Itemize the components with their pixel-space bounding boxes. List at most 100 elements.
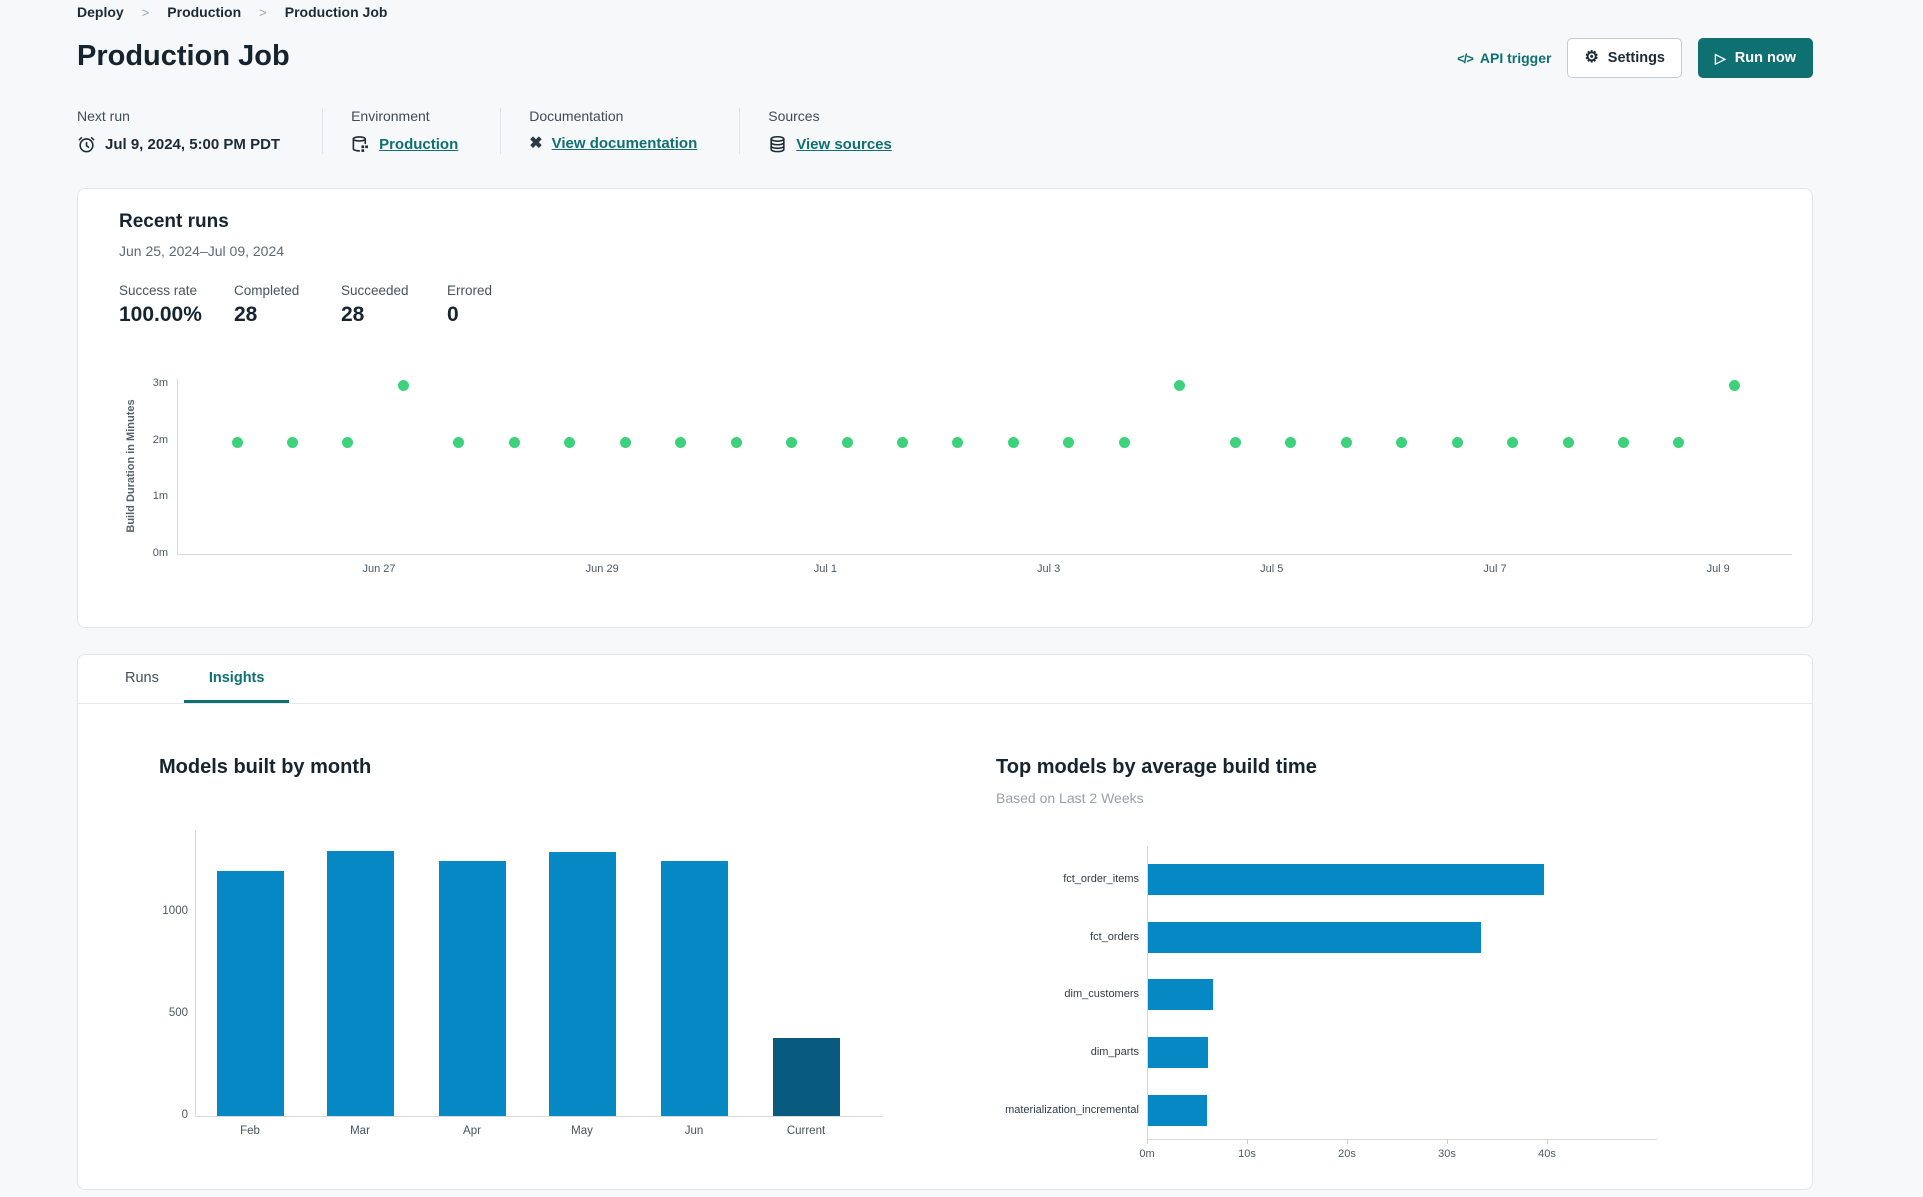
x-tick-label: Jul 9 bbox=[1706, 563, 1730, 575]
bar bbox=[326, 850, 394, 1116]
x-tick-label: Jun 29 bbox=[585, 563, 619, 575]
bar bbox=[660, 861, 728, 1116]
view-documentation-link[interactable]: View documentation bbox=[552, 135, 698, 152]
run-scatter-point[interactable] bbox=[397, 380, 409, 392]
run-stats: Success rate 100.00% Completed 28 Succee… bbox=[119, 283, 537, 327]
tab-runs[interactable]: Runs bbox=[100, 655, 184, 703]
run-scatter-point[interactable] bbox=[564, 436, 576, 448]
clock-icon bbox=[78, 136, 95, 153]
breadcrumb-deploy[interactable]: Deploy bbox=[77, 4, 124, 20]
y-axis-line bbox=[177, 379, 178, 554]
x-tick-label: Jun bbox=[684, 1125, 704, 1137]
run-scatter-point[interactable] bbox=[897, 436, 909, 448]
x-tick-mark bbox=[1247, 1139, 1248, 1144]
job-meta-row: Next run Jul 9, 2024, 5:00 PM PDT Enviro… bbox=[77, 108, 934, 154]
category-label: fct_order_items bbox=[1063, 873, 1139, 885]
page-title: Production Job bbox=[77, 40, 290, 72]
header-actions: </> API trigger ⚙ Settings ▷ Run now bbox=[1457, 37, 1813, 79]
tab-bar: Runs Insights bbox=[78, 655, 1812, 704]
api-trigger-link[interactable]: </> API trigger bbox=[1457, 50, 1551, 66]
run-scatter-point[interactable] bbox=[231, 436, 243, 448]
x-tick-label: Jul 1 bbox=[813, 563, 838, 575]
run-now-button[interactable]: ▷ Run now bbox=[1698, 38, 1813, 78]
run-scatter-point[interactable] bbox=[1562, 436, 1574, 448]
chevron-right-icon: > bbox=[259, 4, 267, 20]
run-scatter-point[interactable] bbox=[675, 436, 687, 448]
api-trigger-label: API trigger bbox=[1479, 50, 1552, 66]
recent-runs-card: Recent runs Jun 25, 2024–Jul 09, 2024 Su… bbox=[77, 188, 1813, 628]
run-scatter-point[interactable] bbox=[1174, 380, 1186, 392]
production-job-page: Deploy > Production > Production Job Pro… bbox=[0, 0, 1923, 1197]
x-tick-label: May bbox=[571, 1125, 593, 1137]
tab-insights[interactable]: Insights bbox=[183, 655, 290, 703]
stat-completed: Completed 28 bbox=[234, 283, 300, 326]
x-tick-label: Jul 7 bbox=[1483, 563, 1507, 575]
next-run-column: Next run Jul 9, 2024, 5:00 PM PDT bbox=[77, 108, 322, 154]
bar-plot-area: 0 500 1000 Feb Mar Apr May Jun Current bbox=[78, 704, 996, 1189]
run-scatter-point[interactable] bbox=[1007, 436, 1019, 448]
documentation-label: Documentation bbox=[529, 108, 624, 124]
environment-column: Environment Production bbox=[322, 108, 500, 154]
category-label: materialization_incremental bbox=[1005, 1104, 1139, 1116]
x-tick-label: 0m bbox=[1139, 1148, 1155, 1160]
hbar-plot-area: fct_order_items fct_orders dim_customers di… bbox=[996, 704, 1812, 1189]
database-stack-icon bbox=[770, 135, 785, 153]
run-scatter-point[interactable] bbox=[786, 436, 798, 448]
x-tick-label: 20s bbox=[1338, 1148, 1356, 1160]
run-scatter-point[interactable] bbox=[1728, 380, 1740, 392]
stat-success-rate: Success rate 100.00% bbox=[119, 283, 202, 326]
run-scatter-point[interactable] bbox=[1229, 436, 1241, 448]
bar bbox=[548, 851, 616, 1116]
breadcrumb: Deploy > Production > Production Job bbox=[77, 4, 387, 20]
y-tick-label: 3m bbox=[152, 376, 168, 389]
models-built-by-month-chart: Models built by month 0 500 1000 Feb Mar Apr M… bbox=[78, 704, 996, 1189]
run-scatter-point[interactable] bbox=[1396, 436, 1408, 448]
run-scatter-point[interactable] bbox=[1507, 436, 1519, 448]
run-scatter-point[interactable] bbox=[841, 436, 853, 448]
run-scatter-point[interactable] bbox=[1063, 436, 1075, 448]
run-scatter-point[interactable] bbox=[1285, 436, 1297, 448]
x-tick-label: Jun 27 bbox=[362, 563, 396, 575]
run-scatter-point[interactable] bbox=[1118, 436, 1130, 448]
next-run-label: Next run bbox=[77, 108, 130, 124]
run-scatter-point[interactable] bbox=[1618, 436, 1629, 448]
category-label: fct_orders bbox=[1090, 931, 1139, 943]
x-tick-label: Feb bbox=[240, 1125, 260, 1137]
run-scatter-point[interactable] bbox=[453, 436, 465, 448]
view-sources-link[interactable]: View sources bbox=[796, 136, 892, 153]
run-scatter-point[interactable] bbox=[952, 436, 964, 448]
x-axis-line bbox=[1147, 1139, 1657, 1140]
category-label: dim_parts bbox=[1090, 1046, 1139, 1058]
x-tick-label: 40s bbox=[1538, 1148, 1556, 1160]
x-tick-mark bbox=[1547, 1139, 1548, 1144]
run-scatter-point[interactable] bbox=[1340, 436, 1352, 448]
settings-label: Settings bbox=[1607, 50, 1665, 66]
play-icon: ▷ bbox=[1715, 50, 1726, 66]
x-tick-label: Apr bbox=[463, 1125, 481, 1137]
run-scatter-point[interactable] bbox=[619, 436, 631, 448]
build-duration-chart: Build Duration in Minutes 0m 1m 2m 3m Jun 27… bbox=[78, 371, 1814, 601]
run-scatter-point[interactable] bbox=[1451, 436, 1463, 448]
bar bbox=[216, 871, 284, 1116]
gear-icon: ⚙ bbox=[1584, 49, 1599, 66]
x-tick-label: 10s bbox=[1238, 1148, 1256, 1160]
x-axis-line bbox=[177, 554, 1792, 555]
run-scatter-point[interactable] bbox=[1673, 436, 1685, 448]
run-scatter-point[interactable] bbox=[508, 436, 520, 448]
x-tick-label: 30s bbox=[1438, 1148, 1456, 1160]
run-scatter-point[interactable] bbox=[730, 436, 742, 448]
settings-button[interactable]: ⚙ Settings bbox=[1567, 38, 1682, 78]
x-tick-label: Jul 3 bbox=[1036, 563, 1061, 575]
chevron-right-icon: > bbox=[141, 4, 150, 20]
dbt-logo-icon: ✖ bbox=[529, 134, 543, 152]
x-tick-mark bbox=[1147, 1139, 1148, 1144]
breadcrumb-production[interactable]: Production bbox=[167, 4, 241, 20]
run-scatter-point[interactable] bbox=[342, 436, 354, 448]
x-tick-mark bbox=[1347, 1139, 1348, 1144]
breadcrumb-production-job: Production Job bbox=[284, 4, 388, 20]
run-scatter-point[interactable] bbox=[286, 436, 298, 448]
recent-runs-title: Recent runs bbox=[119, 211, 229, 232]
bar bbox=[772, 1038, 840, 1116]
y-tick-label: 1000 bbox=[162, 905, 188, 917]
environment-link[interactable]: Production bbox=[379, 136, 458, 153]
